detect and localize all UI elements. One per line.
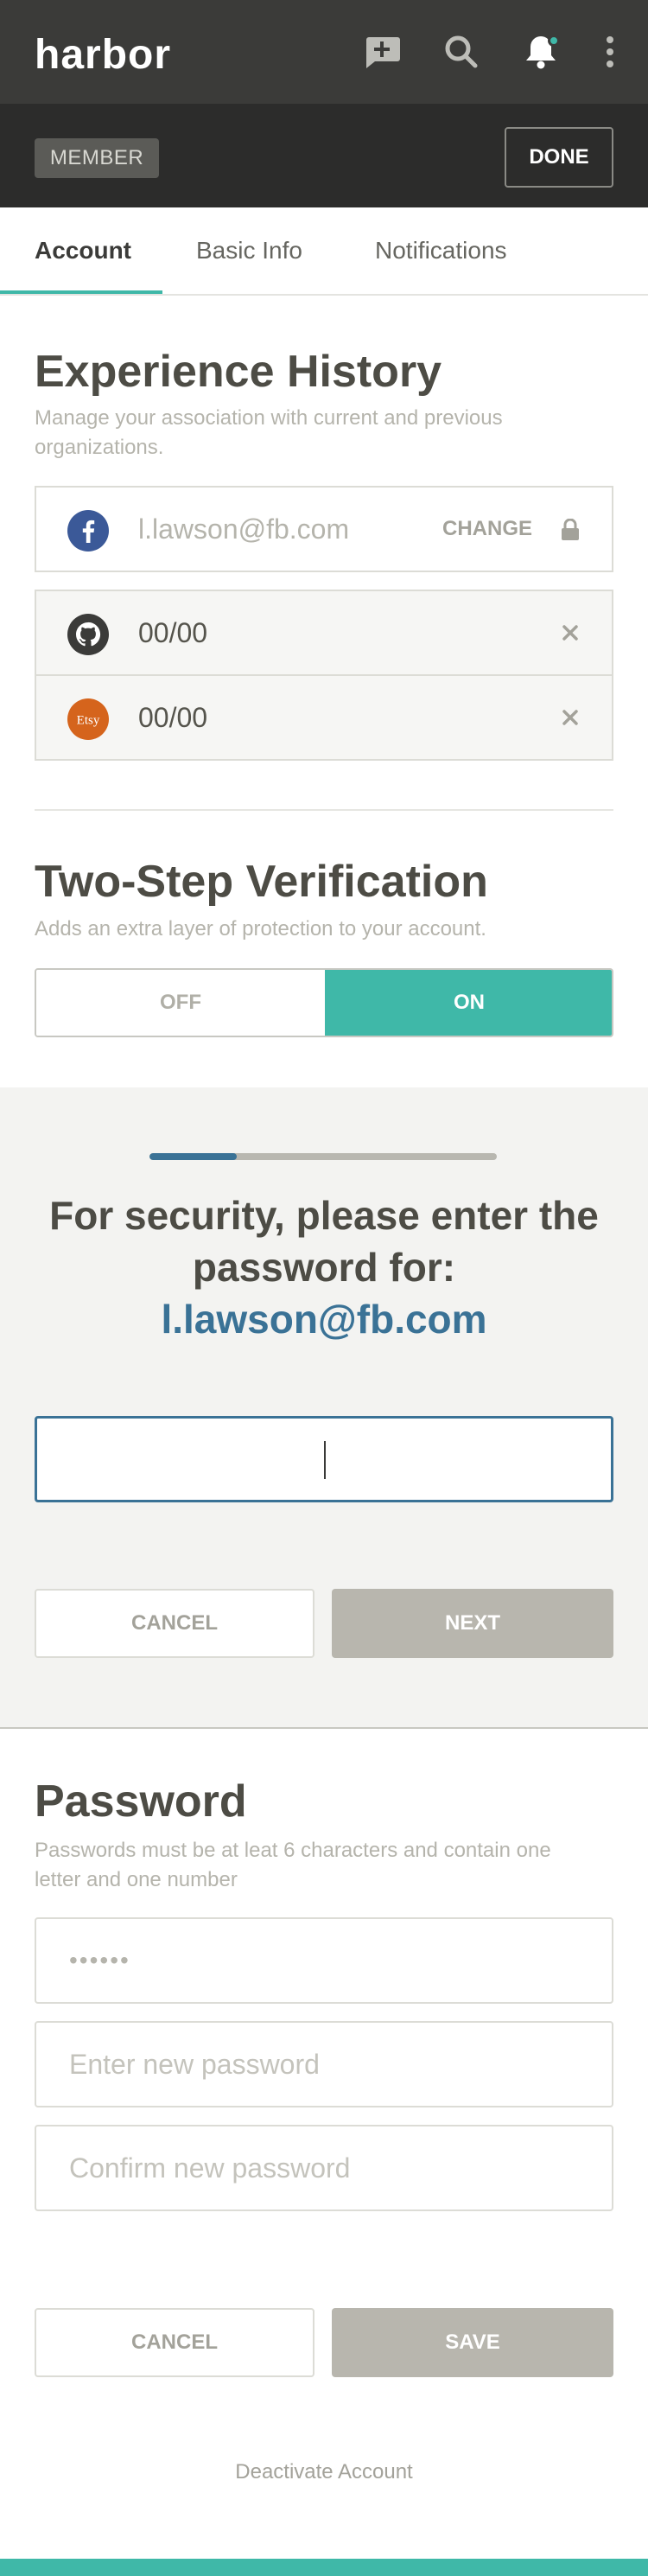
section-divider — [35, 809, 613, 811]
member-bar: MEMBER DONE — [0, 104, 648, 207]
password-title: Password — [35, 1776, 247, 1827]
experience-row-etsy: Etsy 00/00 — [35, 674, 613, 761]
verify-progress-fill — [149, 1153, 237, 1160]
password-description: Passwords must be at leat 6 characters a… — [35, 1839, 551, 1891]
two-step-description: Adds an extra layer of protection to you… — [35, 917, 486, 940]
verify-email: l.lawson@fb.com — [161, 1297, 487, 1342]
tab-basic-info[interactable]: Basic Info — [196, 207, 302, 296]
bottom-accent-bar — [0, 2559, 648, 2576]
member-badge: MEMBER — [35, 138, 159, 178]
top-bar: harbor — [0, 0, 648, 104]
two-step-title: Two-Step Verification — [35, 857, 488, 907]
verify-progress-bar — [149, 1153, 497, 1160]
verify-cancel-button[interactable]: CANCEL — [35, 1589, 314, 1658]
verify-heading: For security, please enter the password … — [49, 1193, 599, 1290]
done-button[interactable]: DONE — [505, 127, 613, 188]
password-cancel-button[interactable]: CANCEL — [35, 2308, 314, 2377]
experience-description: Manage your association with current and… — [35, 406, 503, 459]
tab-notifications[interactable]: Notifications — [375, 207, 507, 296]
new-password-field[interactable]: Enter new password — [35, 2021, 613, 2107]
toggle-off-button[interactable]: OFF — [36, 970, 325, 1036]
etsy-account-value: 00/00 — [138, 702, 208, 733]
facebook-icon — [67, 510, 109, 552]
verify-password-input[interactable] — [35, 1416, 613, 1502]
security-verify-panel: For security, please enter the password … — [0, 1087, 648, 1729]
confirm-password-field[interactable]: Confirm new password — [35, 2125, 613, 2211]
experience-row-github: 00/00 — [35, 590, 613, 676]
chat-plus-icon[interactable] — [361, 31, 403, 73]
github-account-value: 00/00 — [138, 617, 208, 648]
experience-row-facebook: l.lawson@fb.com CHANGE — [35, 486, 613, 572]
remove-github-icon[interactable] — [560, 622, 581, 643]
facebook-account-email: l.lawson@fb.com — [138, 513, 350, 545]
toggle-on-button[interactable]: ON — [325, 970, 612, 1036]
tab-bar: Account Basic Info Notifications — [0, 207, 648, 296]
etsy-icon-text: Etsy — [77, 714, 100, 728]
text-caret — [324, 1441, 326, 1479]
remove-etsy-icon[interactable] — [560, 707, 581, 728]
github-icon — [67, 614, 109, 655]
app-logo[interactable]: harbor — [35, 31, 171, 79]
password-save-button[interactable]: SAVE — [332, 2308, 613, 2377]
tab-account[interactable]: Account — [35, 207, 131, 296]
search-icon[interactable] — [441, 31, 482, 73]
verify-next-button[interactable]: NEXT — [332, 1589, 613, 1658]
two-step-toggle: OFF ON — [35, 968, 613, 1037]
experience-title: Experience History — [35, 347, 442, 397]
current-password-field[interactable]: •••••• — [35, 1917, 613, 2004]
notification-dot — [548, 35, 560, 47]
change-button[interactable]: CHANGE — [442, 488, 532, 571]
deactivate-account-link[interactable]: Deactivate Account — [0, 2460, 648, 2484]
bell-icon[interactable] — [520, 31, 562, 73]
etsy-icon: Etsy — [67, 698, 109, 740]
lock-icon — [560, 518, 581, 541]
active-tab-indicator — [0, 290, 162, 294]
more-vertical-icon[interactable] — [589, 31, 631, 73]
